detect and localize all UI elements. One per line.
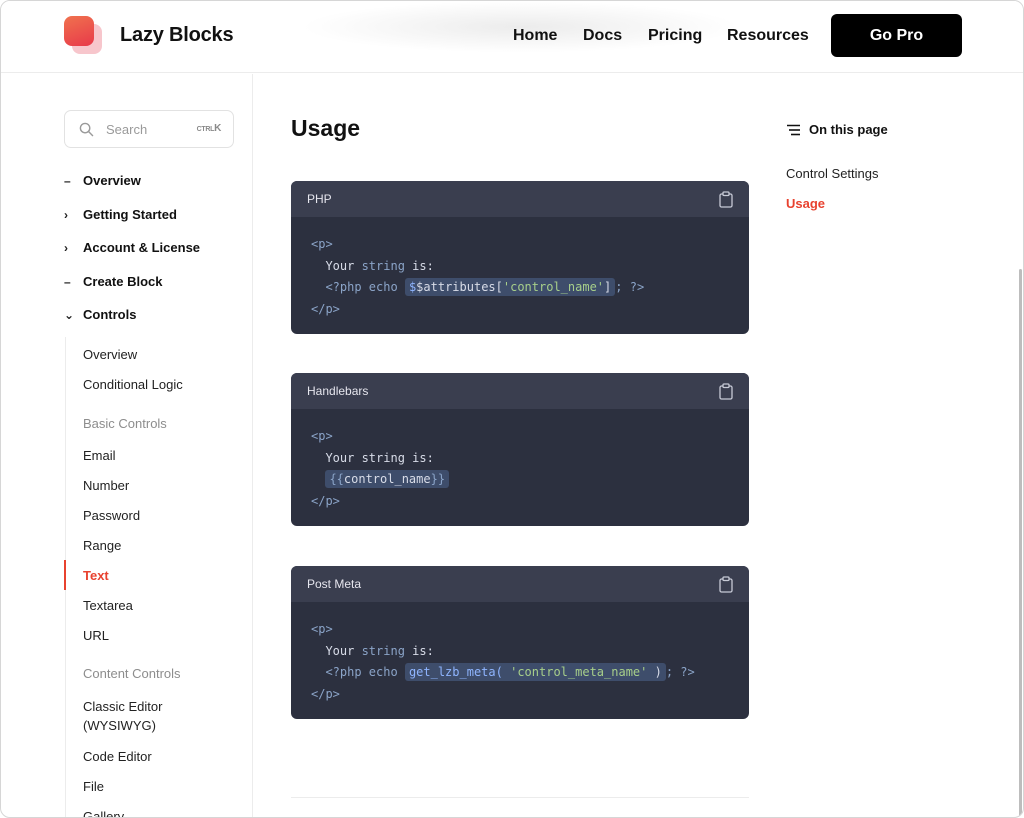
nav-pricing[interactable]: Pricing	[648, 27, 702, 45]
sidebar-item-code-editor[interactable]: Code Editor	[83, 749, 152, 764]
chevron-right-icon: ›	[64, 240, 68, 255]
code-content: <p> Your string is: <?php echo $$attribu…	[311, 237, 645, 316]
toc-heading: On this page	[786, 122, 888, 137]
nav-home[interactable]: Home	[513, 27, 557, 45]
sidebar-item-conditional-logic[interactable]: Conditional Logic	[83, 377, 183, 392]
sidebar-item-email[interactable]: Email	[83, 448, 116, 463]
code-block-header: PHP	[291, 181, 749, 217]
sidebar-item-overview[interactable]: Overview	[83, 347, 137, 362]
code-block-php: PHP <p> Your string is: <?php echo $$att…	[291, 181, 749, 334]
chevron-down-icon: ⌄	[64, 307, 75, 322]
chevron-right-icon: ›	[64, 207, 68, 222]
content-divider	[291, 797, 749, 798]
toc-item-control-settings[interactable]: Control Settings	[786, 166, 879, 181]
toc-item-usage[interactable]: Usage	[786, 196, 825, 211]
sidebar-item-classic-editor[interactable]: Classic Editor (WYSIWYG)	[83, 699, 162, 733]
clipboard-icon[interactable]	[718, 191, 734, 208]
sidebar-item-text[interactable]: Text	[83, 568, 109, 583]
highlighted-code: $$attributes['control_name']	[404, 278, 616, 296]
sidebar-section-overview[interactable]: – Overview	[64, 173, 141, 188]
nav-docs[interactable]: Docs	[583, 27, 622, 45]
logo-icon[interactable]	[64, 16, 104, 56]
search-shortcut: CTRLK	[196, 123, 222, 134]
clipboard-icon[interactable]	[718, 383, 734, 400]
code-block-title: Post Meta	[307, 577, 362, 591]
list-icon	[787, 124, 800, 135]
sidebar-item-range[interactable]: Range	[83, 538, 121, 553]
code-content: <p> Your string is: <?php echo get_lzb_m…	[311, 622, 695, 701]
collapse-dash-icon: –	[64, 173, 71, 188]
sidebar-item-textarea[interactable]: Textarea	[83, 598, 133, 613]
sidebar-item-number[interactable]: Number	[83, 478, 129, 493]
code-block-handlebars: Handlebars <p> Your string is: {{control…	[291, 373, 749, 526]
sidebar-item-file[interactable]: File	[83, 779, 104, 794]
sidebar-group-content-controls: Content Controls	[83, 666, 181, 681]
code-block-title: Handlebars	[307, 384, 369, 398]
clipboard-icon[interactable]	[718, 576, 734, 593]
go-pro-button[interactable]: Go Pro	[831, 14, 962, 57]
sidebar-section-account-license[interactable]: › Account & License	[64, 240, 200, 255]
page-title: Usage	[291, 115, 361, 141]
sidebar-section-getting-started[interactable]: › Getting Started	[64, 207, 177, 222]
code-block-header: Post Meta	[291, 566, 749, 602]
search-input[interactable]: Search CTRLK	[64, 110, 234, 148]
code-content: <p> Your string is: {{control_name}} </p…	[291, 409, 749, 512]
collapse-dash-icon: –	[64, 274, 71, 289]
highlighted-code: {{control_name}}	[325, 470, 450, 488]
code-block-header: Handlebars	[291, 373, 749, 409]
code-block-title: PHP	[307, 192, 332, 206]
sidebar-group-basic-controls: Basic Controls	[83, 416, 167, 431]
sidebar-item-url[interactable]: URL	[83, 628, 109, 643]
search-placeholder: Search	[106, 122, 148, 137]
browser-window: Lazy Blocks Home Docs Pricing Resources …	[0, 0, 1024, 818]
active-indicator	[64, 560, 66, 590]
search-icon	[79, 122, 94, 137]
scrollbar[interactable]	[1019, 269, 1022, 817]
highlighted-code: get_lzb_meta( 'control_meta_name' )	[404, 663, 666, 681]
brand-name[interactable]: Lazy Blocks	[120, 24, 234, 47]
site-header: Lazy Blocks Home Docs Pricing Resources …	[1, 1, 1023, 73]
sidebar-item-password[interactable]: Password	[83, 508, 140, 523]
sidebar-item-gallery[interactable]: Gallery	[83, 809, 124, 817]
sidebar: Search CTRLK – Overview › Getting Started …	[1, 74, 253, 817]
code-block-post-meta: Post Meta <p> Your string is: <?php echo…	[291, 566, 749, 719]
sidebar-section-create-block[interactable]: – Create Block	[64, 274, 162, 289]
sidebar-section-controls[interactable]: ⌄ Controls	[64, 307, 136, 322]
nav-resources[interactable]: Resources	[727, 27, 809, 45]
